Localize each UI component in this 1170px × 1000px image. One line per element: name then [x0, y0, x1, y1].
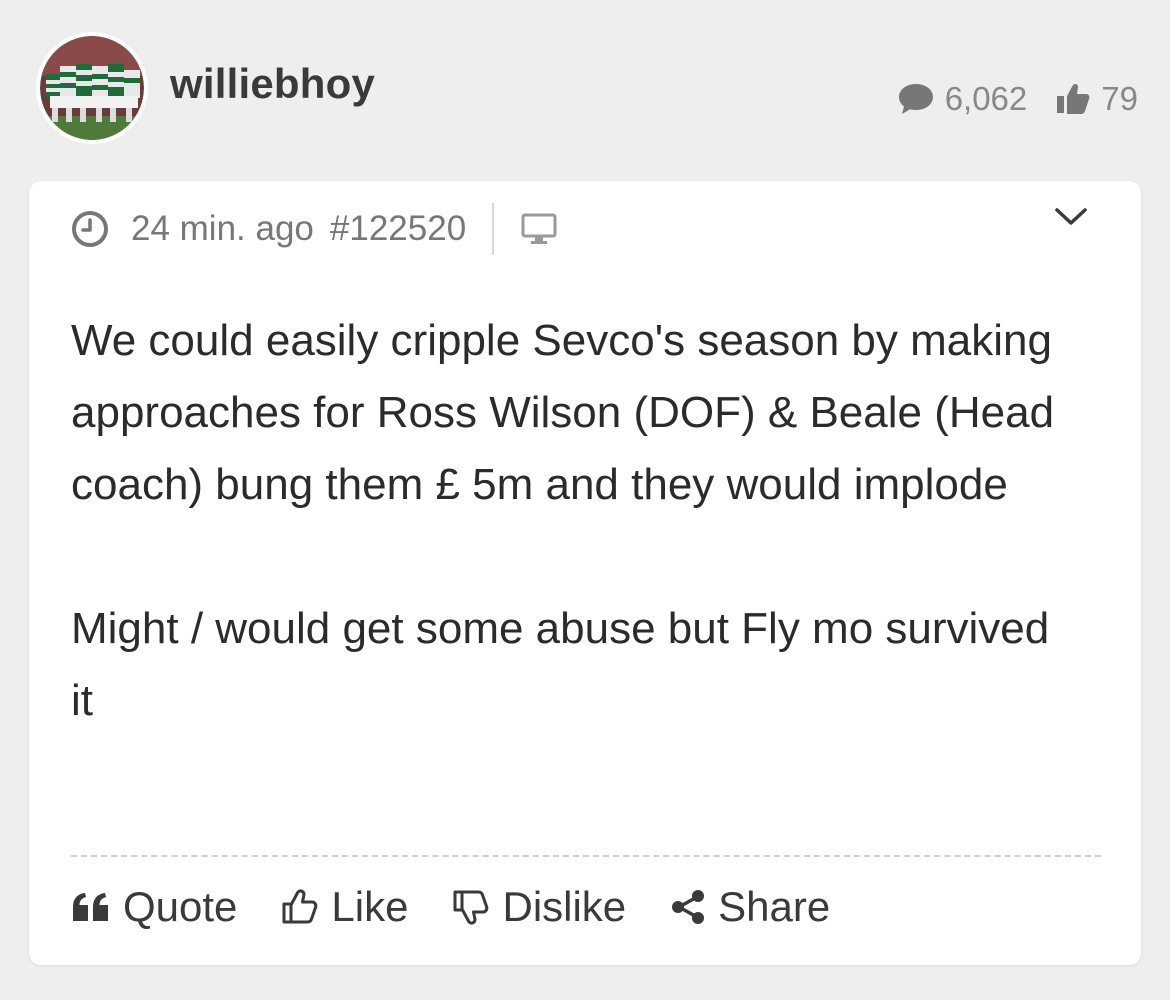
chevron-down-icon[interactable]	[1051, 201, 1091, 231]
post-meta: 24 min. ago #122520	[71, 203, 558, 255]
thumbs-down-outline-icon	[453, 890, 489, 925]
post-time: 24 min. ago	[131, 209, 314, 248]
user-avatar[interactable]	[36, 32, 148, 144]
username[interactable]: williebhoy	[170, 60, 375, 108]
post-paragraph: We could easily cripple Sevco's season b…	[71, 316, 1055, 509]
user-stats: 6,062 79	[897, 80, 1138, 118]
thumbs-up-outline-icon	[282, 889, 318, 924]
share-button[interactable]: Share	[670, 883, 830, 931]
post-count-value: 6,062	[944, 80, 1028, 117]
clock-icon	[72, 211, 108, 247]
like-button[interactable]: Like	[281, 883, 408, 931]
post-number[interactable]: #122520	[330, 209, 466, 249]
quote-button[interactable]: Quote	[71, 883, 237, 931]
post-count: 6,062	[897, 80, 1028, 118]
like-count-value: 79	[1101, 80, 1138, 117]
desktop-icon	[521, 213, 557, 244]
quote-icon	[73, 893, 108, 921]
post-paragraph: Might / would get some abuse but Fly mo …	[71, 604, 1050, 725]
like-label: Like	[331, 883, 409, 930]
team-huddle-avatar-image	[40, 36, 144, 140]
post-author-header: williebhoy 6,062 79	[0, 0, 1170, 170]
actions-divider	[71, 855, 1101, 857]
share-icon	[672, 890, 705, 924]
dislike-button[interactable]: Dislike	[452, 883, 626, 931]
share-label: Share	[718, 883, 831, 930]
post-body: We could easily cripple Sevco's season b…	[71, 305, 1081, 737]
like-count: 79	[1055, 80, 1138, 118]
quote-label: Quote	[123, 883, 238, 930]
meta-divider	[492, 203, 495, 255]
dislike-label: Dislike	[502, 883, 627, 930]
thumbs-up-icon	[1057, 83, 1090, 114]
post-actions: Quote Like Dislike Share	[71, 877, 874, 937]
speech-bubble-icon	[898, 84, 933, 114]
post-card: 24 min. ago #122520 We could easily crip…	[29, 181, 1141, 965]
